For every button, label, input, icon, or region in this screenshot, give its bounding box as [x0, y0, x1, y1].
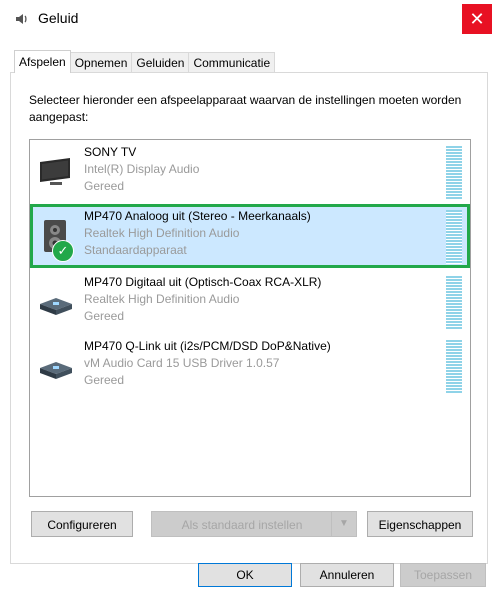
properties-button[interactable]: Eigenschappen — [367, 511, 473, 537]
cancel-button[interactable]: Annuleren — [300, 563, 394, 587]
title-bar: Geluid ✕ — [0, 0, 496, 36]
level-meter — [446, 276, 462, 330]
device-name: MP470 Q-Link uit (i2s/PCM/DSD DoP&Native… — [84, 339, 331, 353]
device-name: MP470 Analoog uit (Stereo - Meerkanaals) — [84, 209, 311, 223]
tab-geluiden[interactable]: Geluiden — [131, 52, 190, 73]
device-text: MP470 Digitaal uit (Optisch-Coax RCA-XLR… — [84, 274, 321, 325]
ok-button[interactable]: OK — [198, 563, 292, 587]
level-meter — [446, 210, 462, 264]
tab-bar: Afspelen Opnemen Geluiden Communicatie — [14, 50, 276, 73]
device-item-sony-tv[interactable]: SONY TV Intel(R) Display Audio Gereed — [30, 140, 470, 204]
tab-afspelen[interactable]: Afspelen — [14, 50, 71, 73]
tab-panel: Selecteer hieronder een afspeelapparaat … — [10, 72, 488, 564]
level-meter — [446, 340, 462, 394]
speaker-icon — [16, 14, 27, 24]
set-default-label: Als standaard instellen — [181, 518, 303, 532]
device-text: MP470 Analoog uit (Stereo - Meerkanaals)… — [84, 208, 311, 259]
chevron-down-icon[interactable]: ▼ — [331, 512, 356, 536]
level-meter — [446, 146, 462, 200]
window-title: Geluid — [38, 10, 79, 26]
device-driver: Intel(R) Display Audio — [84, 162, 200, 176]
configure-button[interactable]: Configureren — [31, 511, 133, 537]
device-status: Gereed — [84, 179, 125, 193]
device-driver: Realtek High Definition Audio — [84, 226, 240, 240]
tv-icon — [40, 158, 70, 185]
device-item-mp470-qlink[interactable]: MP470 Q-Link uit (i2s/PCM/DSD DoP&Native… — [30, 334, 470, 398]
close-button[interactable]: ✕ — [462, 4, 492, 34]
set-default-button[interactable]: Als standaard instellen ▼ — [151, 511, 357, 537]
device-text: SONY TV Intel(R) Display Audio Gereed — [84, 144, 199, 195]
device-name: SONY TV — [84, 145, 137, 159]
default-check-icon: ✓ — [52, 240, 74, 262]
instructions-text: Selecteer hieronder een afspeelapparaat … — [29, 93, 462, 124]
device-name: MP470 Digitaal uit (Optisch-Coax RCA-XLR… — [84, 275, 322, 289]
tab-communicatie[interactable]: Communicatie — [188, 52, 276, 73]
tab-opnemen[interactable]: Opnemen — [69, 52, 133, 73]
device-list[interactable]: SONY TV Intel(R) Display Audio Gereed ✓ … — [29, 139, 471, 497]
device-item-mp470-analoog[interactable]: ✓ MP470 Analoog uit (Stereo - Meerkanaal… — [30, 204, 470, 268]
device-status: Standaardapparaat — [84, 243, 187, 257]
device-status: Gereed — [84, 373, 125, 387]
digital-output-icon — [40, 298, 72, 315]
device-status: Gereed — [84, 309, 125, 323]
digital-output-icon — [40, 362, 72, 379]
device-text: MP470 Q-Link uit (i2s/PCM/DSD DoP&Native… — [84, 338, 331, 389]
device-driver: vM Audio Card 15 USB Driver 1.0.57 — [84, 356, 280, 370]
device-item-mp470-digitaal[interactable]: MP470 Digitaal uit (Optisch-Coax RCA-XLR… — [30, 270, 470, 334]
device-driver: Realtek High Definition Audio — [84, 292, 240, 306]
apply-button[interactable]: Toepassen — [400, 563, 486, 587]
